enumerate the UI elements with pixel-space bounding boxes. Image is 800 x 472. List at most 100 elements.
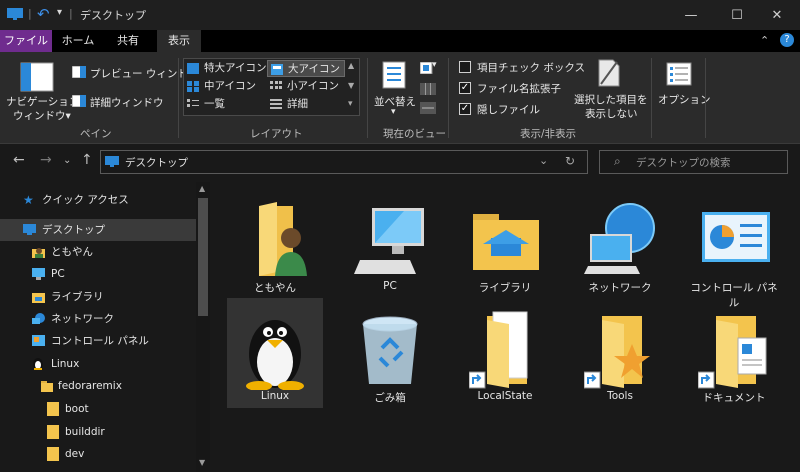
title-separator-icon: | [28,7,32,20]
minimize-button[interactable]: — [668,0,714,30]
options-button[interactable]: オプション [658,92,711,107]
ribbon: ナビゲーション ウィンドウ▾ プレビュー ウィンドウ 詳細ウィンドウ ペイン レ… [0,52,800,144]
item-libraries[interactable]: ライブラリ [457,188,553,298]
sidebar-scroll-thumb[interactable] [198,198,208,316]
sidebar-item-linux[interactable]: Linux [0,353,196,375]
item-user-folder[interactable]: ともやん [227,188,323,298]
up-icon[interactable]: ↑ [81,152,93,168]
navigation-pane-label[interactable]: ナビゲーション [6,94,79,109]
item-network[interactable]: ネットワーク [572,188,668,298]
item-checkbox-toggle[interactable] [459,61,471,73]
gallery-down-icon[interactable]: ▼ [348,81,354,90]
current-view-group-label: 現在のビュー [383,128,446,140]
sidebar-item-fedoraremix[interactable]: fedoraremix [0,375,196,397]
options-icon[interactable] [666,62,692,86]
layout-group-label: レイアウト [250,128,303,140]
layout-details[interactable]: 詳細 [267,96,345,113]
sidebar-item-desktop[interactable]: デスクトップ [0,219,196,241]
item-documents[interactable]: ドキュメント [686,298,782,408]
folder-shortcut-icon [584,316,650,389]
gallery-up-icon[interactable]: ▲ [348,61,354,70]
sidebar-item-network[interactable]: ネットワーク [0,308,196,330]
address-dropdown-icon[interactable]: ⌄ [539,154,548,167]
sidebar-item-builddir[interactable]: builddir [0,421,196,443]
item-pc[interactable]: PC [342,188,438,298]
help-icon[interactable]: ? [780,33,794,47]
desktop-app-icon[interactable] [7,8,23,21]
layout-gallery: 特大アイコン 大アイコン 中アイコン 小アイコン 一覧 詳細 ▲ ▼ ▾ [183,58,360,116]
search-icon: ⌕ [614,154,621,168]
window-title: デスクトップ [80,9,146,22]
group-divider [448,58,449,138]
back-icon[interactable]: ← [13,152,25,168]
add-columns-icon[interactable] [420,83,436,95]
item-linux[interactable]: Linux [227,298,323,408]
address-bar[interactable]: デスクトップ ⌄ ↻ [100,150,588,174]
group-by-arrow-icon[interactable]: ▾ [432,60,437,70]
pc-icon [354,208,424,274]
linux-tux-icon [33,358,43,370]
item-control-panel[interactable]: コントロール パネル [686,188,782,309]
sort-icon[interactable] [381,60,407,90]
file-ext-checkbox[interactable]: ✓ [459,82,471,94]
size-columns-icon[interactable] [420,102,436,114]
star-icon: ★ [23,193,34,207]
tab-home[interactable]: ホーム [56,30,100,52]
address-path[interactable]: デスクトップ [125,155,188,170]
hide-selected-icon[interactable] [595,58,621,88]
hidden-files-label[interactable]: 隠しファイル [477,102,540,117]
desktop-icon [23,224,36,235]
item-localstate[interactable]: LocalState [457,298,553,408]
search-box[interactable]: ⌕ デスクトップの検索 [599,150,788,174]
title-separator2-icon: | [69,7,73,20]
scroll-down-icon[interactable]: ▼ [199,458,205,467]
navigation-pane-label2[interactable]: ウィンドウ▾ [13,108,71,123]
refresh-icon[interactable]: ↻ [565,154,575,168]
item-recycle-bin[interactable]: ごみ箱 [342,298,438,408]
sidebar-item-boot[interactable]: boot [0,398,196,420]
sidebar-item-pc[interactable]: PC [0,263,196,285]
tab-share[interactable]: 共有 [108,30,148,52]
details-pane-button[interactable]: 詳細ウィンドウ [90,95,164,110]
close-button[interactable]: ✕ [754,0,800,30]
tab-view[interactable]: 表示 [157,30,201,52]
control-panel-icon [702,212,770,262]
search-placeholder[interactable]: デスクトップの検索 [636,155,731,170]
file-ext-label[interactable]: ファイル名拡張子 [477,81,561,96]
undo-icon[interactable]: ↶ [37,5,50,23]
recycle-bin-icon [362,316,418,384]
hide-selected-label[interactable]: 選択した項目を [574,92,648,107]
show-hide-group-label: 表示/非表示 [520,128,577,140]
layout-extra-large[interactable]: 特大アイコン [184,60,268,77]
sidebar-item-control-panel[interactable]: コントロール パネル [0,330,196,352]
large-icons-icon [271,64,283,75]
pane-group-label: ペイン [80,128,112,140]
item-checkbox-label[interactable]: 項目チェック ボックス [477,60,585,75]
forward-icon[interactable]: → [40,152,52,168]
folder-icon [47,402,59,416]
hide-selected-label2[interactable]: 表示しない [585,106,638,121]
file-view: ともやん PC ライブラリ ネットワーク コントロール パネル Linux ごみ… [212,182,800,472]
collapse-ribbon-icon[interactable]: ⌃ [760,34,769,47]
item-tools[interactable]: Tools [572,298,668,408]
recent-locations-icon[interactable]: ⌄ [63,155,71,166]
tab-file[interactable]: ファイル [0,30,52,52]
gallery-more-icon[interactable]: ▾ [348,99,353,109]
sidebar-item-quick-access[interactable]: ★ クイック アクセス [0,189,196,211]
layout-medium[interactable]: 中アイコン [184,78,268,95]
navigation-pane-icon[interactable] [20,62,54,92]
hidden-files-checkbox[interactable]: ✓ [459,103,471,115]
layout-list[interactable]: 一覧 [184,96,268,113]
details-icon [270,99,282,109]
user-folder-icon [32,248,45,258]
qat-dropdown-icon[interactable]: ▾ [57,7,62,18]
layout-small[interactable]: 小アイコン [267,78,345,95]
sidebar-item-dev[interactable]: dev [0,443,196,465]
sidebar-item-libraries[interactable]: ライブラリ [0,286,196,308]
scroll-up-icon[interactable]: ▲ [199,184,205,193]
sidebar-item-user[interactable]: ともやん [0,241,196,263]
preview-pane-icon [72,66,86,78]
folder-icon [47,447,59,461]
sort-dropdown-icon[interactable]: ▾ [391,107,396,117]
layout-large[interactable]: 大アイコン [267,60,345,77]
